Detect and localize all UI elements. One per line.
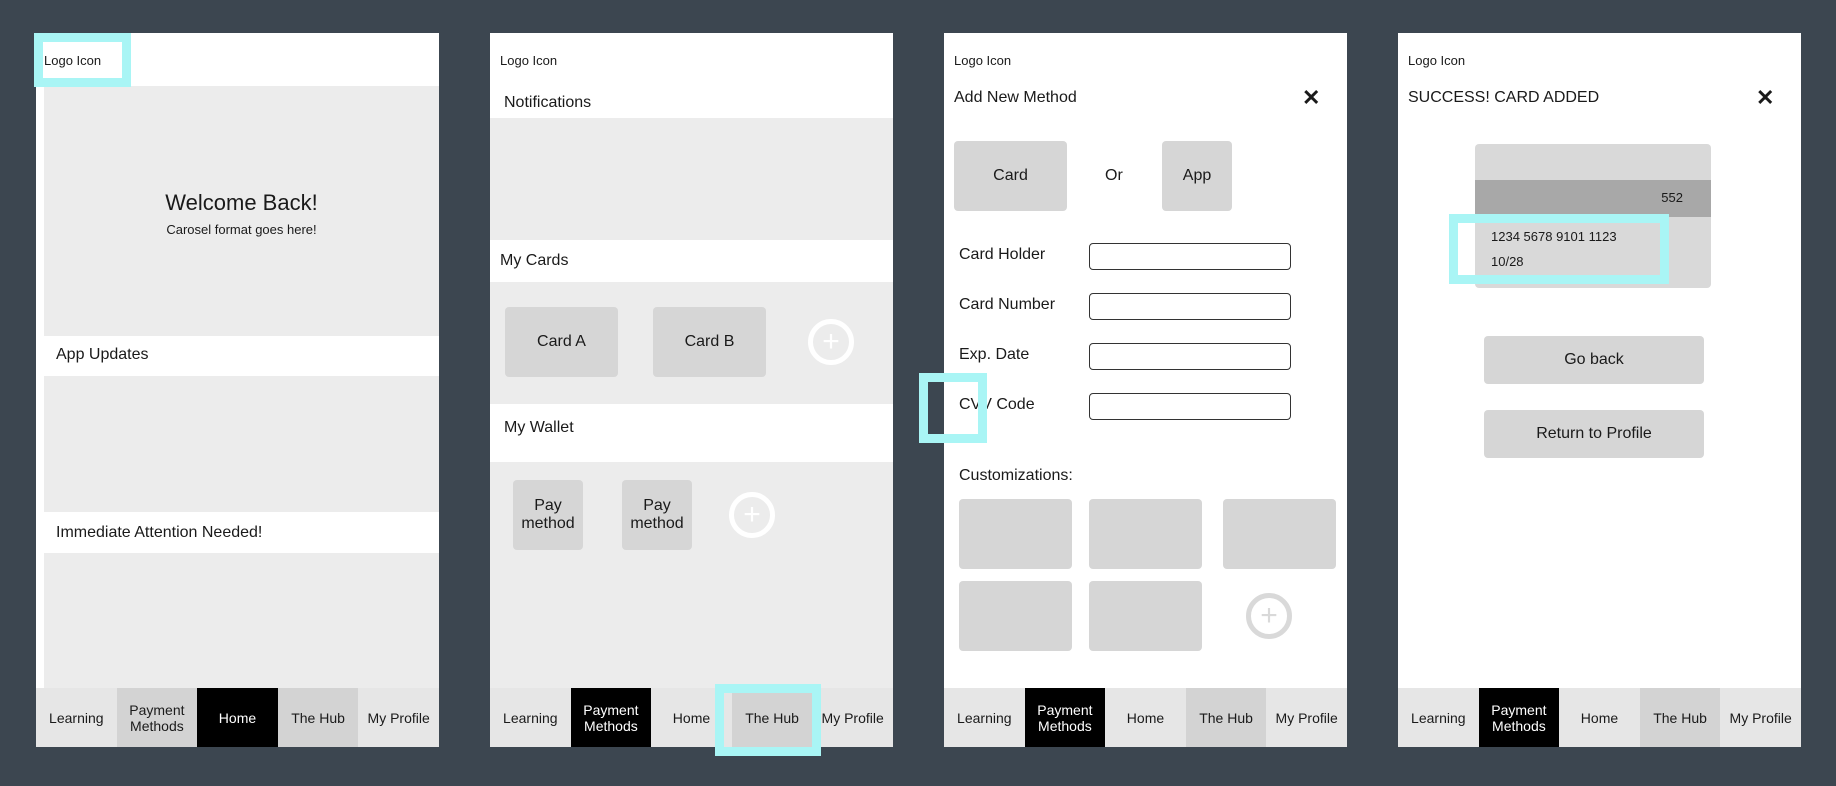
or-label: Or [1105, 167, 1123, 184]
close-icon[interactable]: ✕ [1756, 85, 1774, 111]
nav-learning[interactable]: Learning [1398, 688, 1479, 747]
attention-heading: Immediate Attention Needed! [56, 524, 263, 541]
nav-payment-methods[interactable]: Payment Methods [1478, 688, 1560, 747]
bottom-nav: Learning Payment Methods Home The Hub My… [1398, 688, 1801, 747]
nav-my-profile[interactable]: My Profile [812, 688, 893, 747]
customization-swatch-3[interactable] [1223, 499, 1336, 569]
logo-icon[interactable]: Logo Icon [44, 53, 101, 68]
nav-my-profile[interactable]: My Profile [1720, 688, 1801, 747]
nav-the-hub[interactable]: The Hub [731, 688, 813, 747]
nav-learning[interactable]: Learning [36, 688, 117, 747]
exp-date-field[interactable] [1089, 343, 1291, 370]
nav-learning[interactable]: Learning [490, 688, 571, 747]
pay-method-button-1[interactable]: Pay method [513, 480, 583, 550]
nav-the-hub[interactable]: The Hub [1639, 688, 1721, 747]
add-method-screen: Logo Icon Add New Method ✕ Card Or App C… [944, 33, 1347, 747]
add-method-title: Add New Method [954, 89, 1077, 106]
card-b-button[interactable]: Card B [653, 307, 766, 377]
close-icon[interactable]: ✕ [1302, 85, 1320, 111]
nav-home[interactable]: Home [1559, 688, 1640, 747]
card-number-text: 1234 5678 9101 1123 [1491, 229, 1617, 244]
app-updates-heading: App Updates [56, 346, 149, 363]
my-cards-panel: Card A Card B + [490, 282, 893, 404]
welcome-carousel[interactable]: Welcome Back! Carosel format goes here! [44, 86, 439, 336]
nav-payment-methods-label: Payment Methods [129, 701, 185, 734]
add-card-plus-icon[interactable]: + [808, 319, 854, 365]
success-title: SUCCESS! CARD ADDED [1408, 89, 1600, 106]
nav-home[interactable]: Home [1105, 688, 1186, 747]
exp-date-label: Exp. Date [959, 346, 1030, 363]
customization-swatch-4[interactable] [959, 581, 1072, 651]
cvv-code-label: CVV Code [959, 396, 1035, 413]
hub-screen: Logo Icon Notifications My Cards Card A … [490, 33, 893, 747]
home-screen: Logo Icon Welcome Back! Carosel format g… [36, 33, 439, 747]
nav-payment-methods[interactable]: Payment Methods [116, 688, 198, 747]
nav-learning[interactable]: Learning [944, 688, 1025, 747]
my-cards-heading: My Cards [500, 252, 569, 269]
customization-swatch-2[interactable] [1089, 499, 1202, 569]
nav-home[interactable]: Home [651, 688, 732, 747]
customization-swatch-5[interactable] [1089, 581, 1202, 651]
nav-home[interactable]: Home [197, 688, 278, 747]
app-updates-panel[interactable] [44, 376, 439, 512]
pay-method-button-2[interactable]: Pay method [622, 480, 692, 550]
card-exp-text: 10/28 [1491, 254, 1524, 269]
card-a-button[interactable]: Card A [505, 307, 618, 377]
nav-the-hub[interactable]: The Hub [277, 688, 359, 747]
welcome-title: Welcome Back! [165, 190, 318, 215]
notifications-heading: Notifications [504, 94, 592, 111]
card-number-label: Card Number [959, 296, 1056, 313]
card-number-field[interactable] [1089, 293, 1291, 320]
card-preview: 552 1234 5678 9101 1123 10/28 [1475, 144, 1711, 288]
cvv-code-field[interactable] [1089, 393, 1291, 420]
nav-payment-methods[interactable]: Payment Methods [570, 688, 652, 747]
logo-icon[interactable]: Logo Icon [500, 53, 557, 68]
app-option-button[interactable]: App [1162, 141, 1232, 211]
nav-payment-methods-label: Payment Methods [1491, 701, 1547, 734]
card-holder-label: Card Holder [959, 246, 1046, 263]
my-wallet-heading: My Wallet [504, 419, 574, 436]
nav-payment-methods-label: Payment Methods [1037, 701, 1093, 734]
bottom-nav: Learning Payment Methods Home The Hub My… [944, 688, 1347, 747]
nav-my-profile[interactable]: My Profile [1266, 688, 1347, 747]
welcome-subtitle: Carosel format goes here! [166, 222, 317, 237]
attention-panel[interactable] [44, 553, 439, 688]
go-back-button[interactable]: Go back [1484, 336, 1704, 384]
customization-swatch-1[interactable] [959, 499, 1072, 569]
my-wallet-panel: Pay method Pay method + [490, 462, 893, 688]
bottom-nav: Learning Payment Methods Home The Hub My… [36, 688, 439, 747]
add-pay-method-plus-icon[interactable]: + [729, 492, 775, 538]
nav-payment-methods[interactable]: Payment Methods [1024, 688, 1106, 747]
card-cvv-text: 552 [1661, 190, 1683, 205]
add-customization-plus-icon[interactable]: + [1246, 593, 1292, 639]
pay-method-label-1: Pay method [521, 497, 575, 532]
logo-icon[interactable]: Logo Icon [1408, 53, 1465, 68]
card-holder-field[interactable] [1089, 243, 1291, 270]
nav-the-hub[interactable]: The Hub [1185, 688, 1267, 747]
bottom-nav: Learning Payment Methods Home The Hub My… [490, 688, 893, 747]
card-option-button[interactable]: Card [954, 141, 1067, 211]
success-screen: Logo Icon SUCCESS! CARD ADDED ✕ 552 1234… [1398, 33, 1801, 747]
pay-method-label-2: Pay method [630, 497, 684, 532]
notifications-panel[interactable] [490, 118, 893, 240]
customizations-label: Customizations: [959, 467, 1073, 484]
nav-my-profile[interactable]: My Profile [358, 688, 439, 747]
return-to-profile-button[interactable]: Return to Profile [1484, 410, 1704, 458]
logo-icon[interactable]: Logo Icon [954, 53, 1011, 68]
nav-payment-methods-label: Payment Methods [583, 701, 639, 734]
